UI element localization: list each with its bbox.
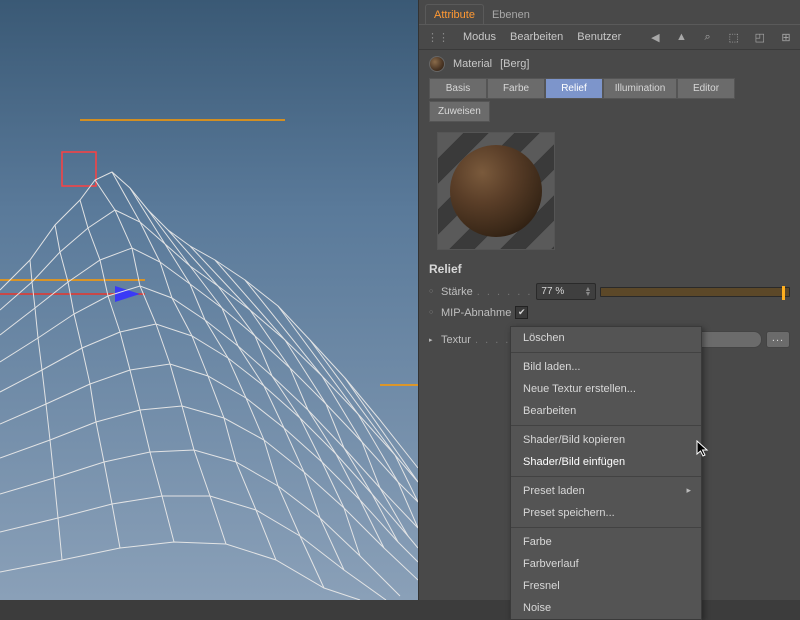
material-type-label: Material	[453, 58, 492, 70]
attribute-toolbar: ⋮⋮ Modus Bearbeiten Benutzer ◀ ▲ ⌕ ⬚ ◰ ⊞	[419, 25, 800, 50]
wireframe-mesh	[0, 0, 418, 600]
mi-noise[interactable]: Noise	[511, 597, 701, 619]
label-mip: MIP-Abnahme	[441, 307, 511, 319]
mi-shader-kopieren[interactable]: Shader/Bild kopieren	[511, 429, 701, 451]
channel-tabs: Basis Farbe Relief Illumination Editor	[419, 78, 800, 101]
label-staerke: Stärke	[441, 286, 473, 298]
prop-mip: ○ MIP-Abnahme ✔	[419, 303, 800, 322]
material-swatch[interactable]	[429, 56, 445, 72]
menu-separator	[511, 527, 701, 528]
material-name: [Berg]	[500, 58, 529, 70]
tab-basis[interactable]: Basis	[429, 78, 487, 99]
mi-farbverlauf[interactable]: Farbverlauf	[511, 553, 701, 575]
nav-back-icon[interactable]: ◀	[649, 30, 661, 44]
lock-icon[interactable]: ⬚	[728, 30, 740, 44]
menu-user[interactable]: Benutzer	[577, 31, 621, 43]
material-header: Material [Berg]	[419, 50, 800, 78]
texture-context-menu: Löschen Bild laden... Neue Textur erstel…	[510, 326, 702, 620]
menu-separator	[511, 476, 701, 477]
section-title-relief: Relief	[419, 254, 800, 280]
menu-edit[interactable]: Bearbeiten	[510, 31, 563, 43]
add-icon[interactable]: ⊞	[780, 30, 792, 44]
mi-neue-textur[interactable]: Neue Textur erstellen...	[511, 378, 701, 400]
tab-editor[interactable]: Editor	[677, 78, 735, 99]
mi-preset-laden[interactable]: Preset laden	[511, 480, 701, 502]
texture-browse-button[interactable]: ...	[766, 331, 790, 348]
tab-zuweisen[interactable]: Zuweisen	[429, 101, 490, 122]
mi-loeschen[interactable]: Löschen	[511, 327, 701, 349]
bullet-icon: ○	[429, 288, 437, 295]
nav-up-icon[interactable]: ▲	[675, 30, 687, 44]
expand-icon[interactable]: ▸	[429, 336, 437, 344]
mi-bearbeiten[interactable]: Bearbeiten	[511, 400, 701, 422]
panel-tabs: Attribute Ebenen	[419, 0, 800, 25]
viewport-3d[interactable]	[0, 0, 418, 600]
mi-shader-einfuegen[interactable]: Shader/Bild einfügen	[511, 451, 701, 473]
input-staerke[interactable]: 77 % ▲▼	[536, 283, 596, 300]
menu-separator	[511, 352, 701, 353]
tab-attribute[interactable]: Attribute	[425, 4, 484, 24]
mi-preset-speichern[interactable]: Preset speichern...	[511, 502, 701, 524]
drag-handle-icon[interactable]: ⋮⋮	[427, 31, 449, 44]
label-textur: Textur	[441, 334, 471, 346]
mi-bild-laden[interactable]: Bild laden...	[511, 356, 701, 378]
value-staerke: 77 %	[541, 286, 564, 297]
dots: . . . . . .	[477, 286, 533, 298]
slider-staerke[interactable]	[600, 287, 790, 297]
mi-farbe[interactable]: Farbe	[511, 531, 701, 553]
menu-mode[interactable]: Modus	[463, 31, 496, 43]
tab-relief[interactable]: Relief	[545, 78, 603, 99]
spinner-icon[interactable]: ▲▼	[584, 287, 591, 297]
tab-farbe[interactable]: Farbe	[487, 78, 545, 99]
bullet-icon: ○	[429, 309, 437, 316]
checkbox-mip[interactable]: ✔	[515, 306, 528, 319]
tab-illumination[interactable]: Illumination	[603, 78, 677, 99]
material-preview[interactable]	[437, 132, 555, 250]
tab-layers[interactable]: Ebenen	[484, 4, 538, 24]
menu-separator	[511, 425, 701, 426]
new-window-icon[interactable]: ◰	[754, 30, 766, 44]
prop-staerke: ○ Stärke . . . . . . 77 % ▲▼	[419, 280, 800, 303]
mi-fresnel[interactable]: Fresnel	[511, 575, 701, 597]
search-icon[interactable]: ⌕	[702, 30, 714, 44]
